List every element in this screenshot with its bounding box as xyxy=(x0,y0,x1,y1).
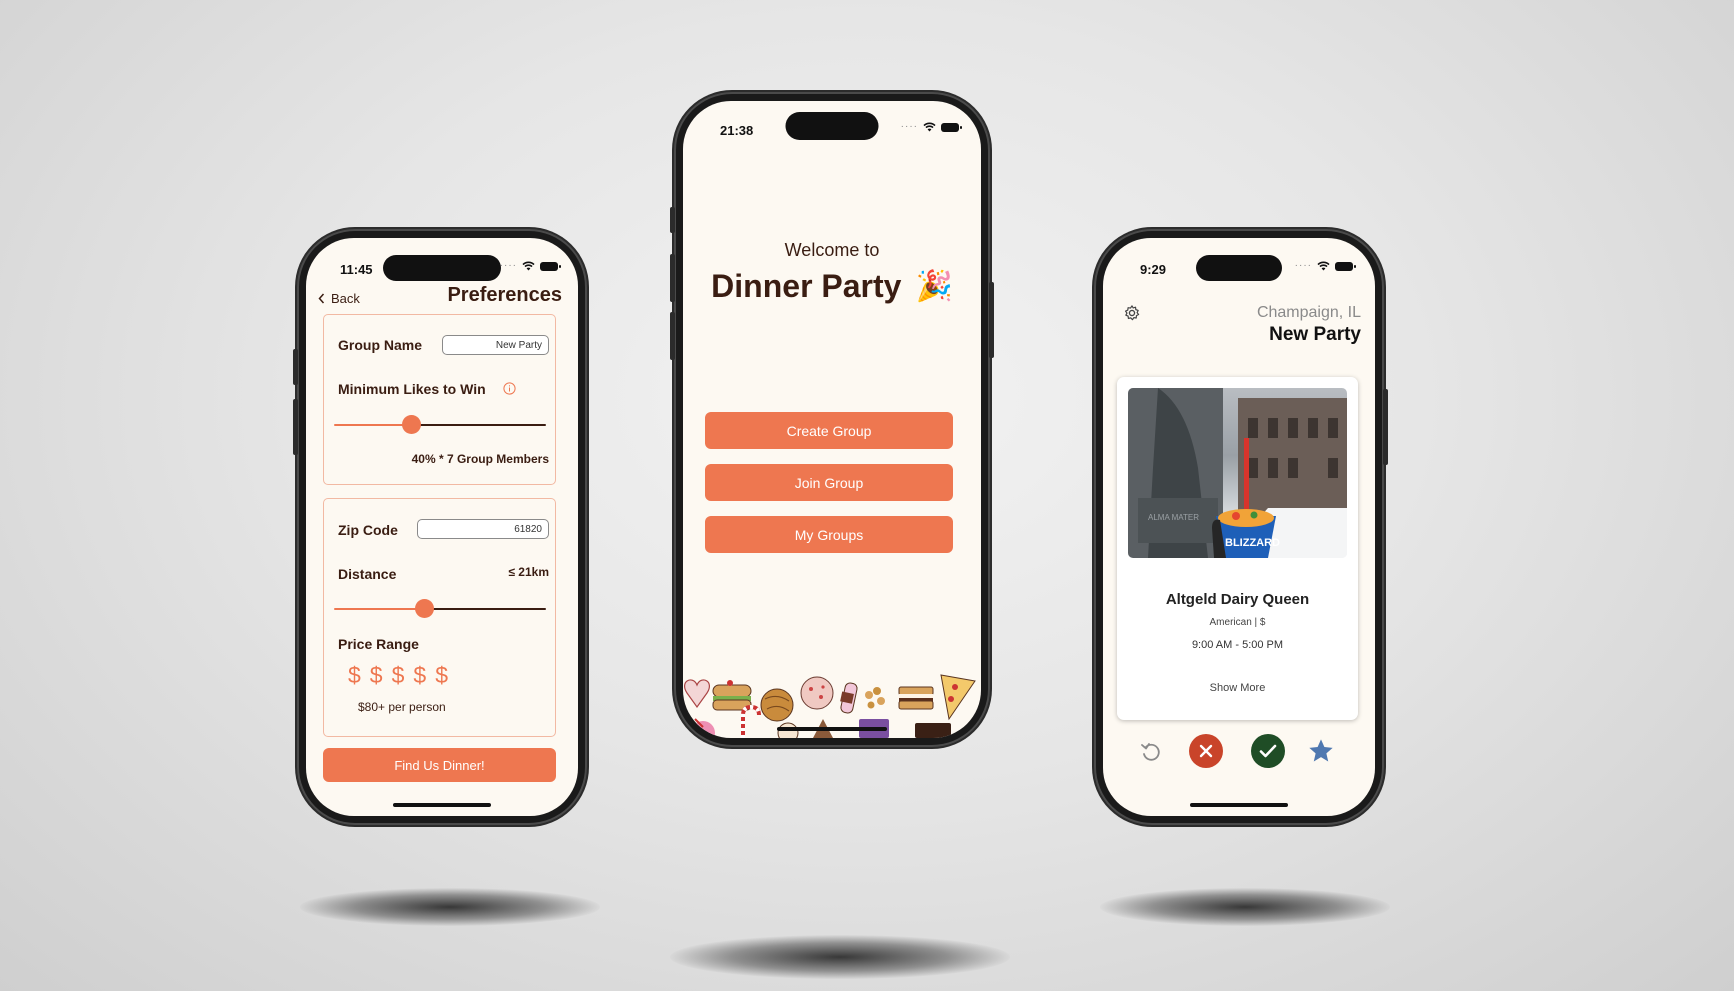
accept-button[interactable] xyxy=(1251,734,1285,768)
min-likes-summary: 40% * 7 Group Members xyxy=(411,452,549,466)
party-name: New Party xyxy=(1269,324,1361,345)
restaurant-name: Altgeld Dairy Queen xyxy=(1165,591,1310,608)
home-indicator xyxy=(393,803,491,807)
price-range-label: Price Range xyxy=(338,636,419,652)
status-time: 21:38 xyxy=(720,123,754,138)
wifi-icon xyxy=(923,122,936,132)
app-name-row: Dinner Party 🎉 xyxy=(683,268,981,305)
price-level-3[interactable]: $ xyxy=(392,662,405,689)
min-likes-slider-thumb[interactable] xyxy=(402,415,421,434)
wifi-icon xyxy=(1317,261,1330,271)
price-level-1[interactable]: $ xyxy=(348,662,361,689)
welcome-screen: 21:38 ···· Welcome to Dinner Party 🎉 Cre… xyxy=(683,101,981,738)
battery-icon xyxy=(1335,261,1356,271)
status-time: 11:45 xyxy=(340,262,373,277)
left-phone: 11:45 ···· Back Preferences Group Name N… xyxy=(293,229,587,825)
distance-label: Distance xyxy=(338,566,397,582)
right-phone: 9:29 ···· Champaign, IL New Party ALMA M… xyxy=(1094,229,1388,825)
group-settings-card: Group Name New Party Minimum Likes to Wi… xyxy=(323,314,556,485)
restaurant-card[interactable]: ALMA MATER BLIZZARD Altgeld Dairy Queen … xyxy=(1117,377,1358,720)
signal-icon: ···· xyxy=(900,121,918,132)
center-phone-shadow xyxy=(670,935,1010,979)
group-name-input[interactable]: New Party xyxy=(442,335,549,355)
zip-code-label: Zip Code xyxy=(338,522,398,538)
welcome-text: Welcome to xyxy=(784,240,880,260)
battery-icon xyxy=(540,261,561,271)
chevron-left-icon xyxy=(318,293,325,304)
distance-slider-thumb[interactable] xyxy=(415,599,434,618)
price-level-5[interactable]: $ xyxy=(435,662,448,689)
back-label: Back xyxy=(331,291,360,306)
left-phone-shadow xyxy=(300,888,600,926)
home-indicator xyxy=(777,727,887,731)
undo-icon[interactable] xyxy=(1139,740,1163,764)
show-more-link[interactable]: Show More xyxy=(1117,682,1358,694)
create-group-button[interactable]: Create Group xyxy=(705,412,953,449)
min-likes-label: Minimum Likes to Win xyxy=(338,381,486,397)
price-level-2[interactable]: $ xyxy=(370,662,383,689)
action-bar xyxy=(1103,734,1375,768)
distance-value: ≤ 21km xyxy=(508,565,549,579)
restaurant-photo: ALMA MATER BLIZZARD xyxy=(1128,388,1347,558)
svg-text:ALMA MATER: ALMA MATER xyxy=(1148,513,1199,522)
photo-cup-text: BLIZZARD xyxy=(1225,537,1280,549)
wifi-icon xyxy=(522,261,535,271)
info-icon[interactable] xyxy=(503,382,516,395)
group-name-label: Group Name xyxy=(338,337,423,353)
dynamic-island xyxy=(383,255,501,281)
close-icon xyxy=(1199,744,1213,758)
reject-button[interactable] xyxy=(1189,734,1223,768)
zip-code-input[interactable]: 61820 xyxy=(417,519,549,539)
page-title: Preferences xyxy=(447,284,562,306)
restaurant-meta: American | $ xyxy=(1209,617,1266,628)
location-price-card: Zip Code 61820 Distance ≤ 21km Price Ran… xyxy=(323,498,556,737)
dynamic-island xyxy=(785,112,879,140)
check-icon xyxy=(1259,744,1277,758)
find-dinner-button[interactable]: Find Us Dinner! xyxy=(323,748,556,782)
home-indicator xyxy=(1190,803,1288,807)
join-group-button[interactable]: Join Group xyxy=(705,464,953,501)
price-range-selector[interactable]: $ $ $ $ $ xyxy=(348,662,448,689)
min-likes-slider[interactable] xyxy=(334,415,546,435)
gear-icon[interactable] xyxy=(1123,304,1141,322)
signal-icon: ···· xyxy=(499,260,517,271)
back-button[interactable]: Back xyxy=(318,291,360,306)
right-phone-shadow xyxy=(1100,888,1390,926)
battery-icon xyxy=(941,122,962,132)
distance-slider[interactable] xyxy=(334,599,546,619)
star-icon[interactable] xyxy=(1307,737,1335,765)
my-groups-button[interactable]: My Groups xyxy=(705,516,953,553)
price-caption: $80+ per person xyxy=(358,700,446,714)
swipe-screen: 9:29 ···· Champaign, IL New Party ALMA M… xyxy=(1103,238,1375,816)
app-name: Dinner Party xyxy=(711,268,902,304)
party-popper-icon: 🎉 xyxy=(915,270,953,303)
location-label: Champaign, IL xyxy=(1256,304,1361,321)
price-level-4[interactable]: $ xyxy=(413,662,426,689)
center-phone: 21:38 ···· Welcome to Dinner Party 🎉 Cre… xyxy=(670,92,994,747)
dynamic-island xyxy=(1196,255,1282,281)
status-time: 9:29 xyxy=(1140,262,1167,277)
preferences-screen: 11:45 ···· Back Preferences Group Name N… xyxy=(306,238,578,816)
signal-icon: ···· xyxy=(1294,260,1312,271)
restaurant-hours: 9:00 AM - 5:00 PM xyxy=(1191,639,1284,651)
